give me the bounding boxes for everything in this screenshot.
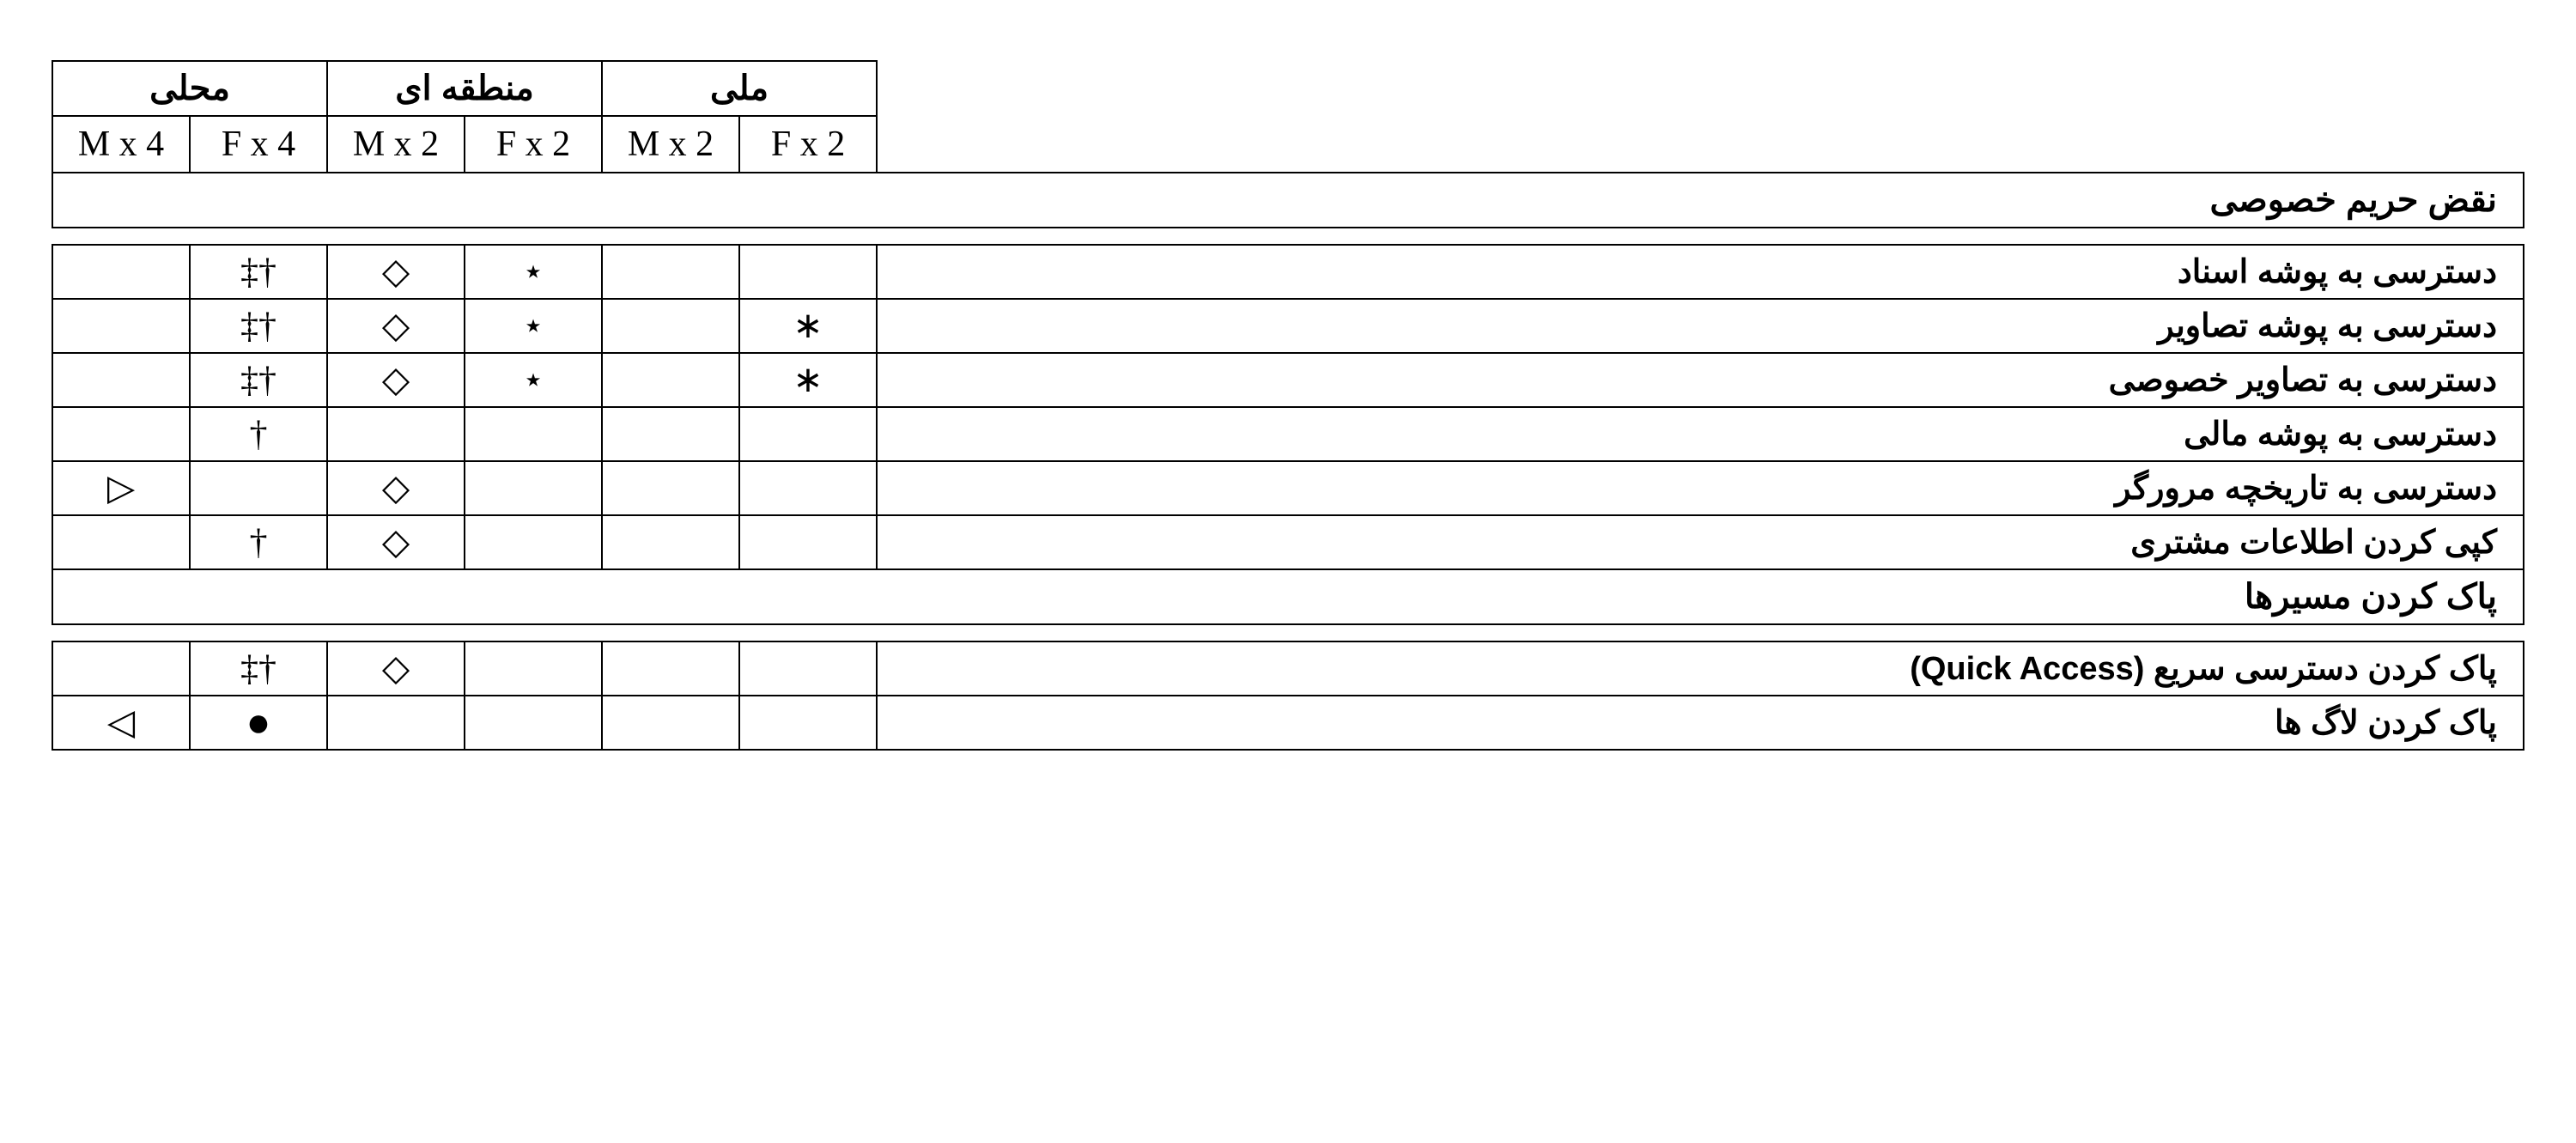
section-privacy: نقض حریم خصوصی	[52, 173, 2524, 228]
cell: ⋆	[465, 245, 602, 299]
row-label: پاک کردن لاگ ها	[877, 696, 2524, 750]
cell	[465, 641, 602, 696]
table-row: ▷ ◇ دسترسی به تاریخچه مرورگر	[52, 461, 2524, 515]
mult-local-m: M x 4	[52, 116, 190, 173]
cell: ●	[190, 696, 327, 750]
table-row: ‡† ◇ ⋆ ∗ دسترسی به تصاویر خصوصی	[52, 353, 2524, 407]
cell: ◇	[327, 299, 465, 353]
cell	[52, 299, 190, 353]
cell: ⋆	[465, 299, 602, 353]
mult-local-f: F x 4	[190, 116, 327, 173]
cell: ‡†	[190, 641, 327, 696]
header-mult-row: M x 4 F x 4 M x 2 F x 2 M x 2 F x 2	[52, 116, 2524, 173]
table-row: ◁ ● پاک کردن لاگ ها	[52, 696, 2524, 750]
cell: ◁	[52, 696, 190, 750]
cell	[739, 407, 877, 461]
table-row: † دسترسی به پوشه مالی	[52, 407, 2524, 461]
cell: ⋆	[465, 353, 602, 407]
cell	[52, 407, 190, 461]
cell	[602, 515, 739, 569]
mult-national-f: F x 2	[739, 116, 877, 173]
cell: ‡†	[190, 353, 327, 407]
cell	[465, 461, 602, 515]
document-page: محلی منطقه ای ملی M x 4 F x 4 M x 2 F x …	[0, 0, 2576, 802]
header-empty	[877, 61, 2524, 116]
cell	[465, 407, 602, 461]
section-clearing: پاک کردن مسیرها	[52, 569, 2524, 624]
matrix-table: محلی منطقه ای ملی M x 4 F x 4 M x 2 F x …	[52, 60, 2524, 751]
cell: ∗	[739, 299, 877, 353]
mult-regional-f: F x 2	[465, 116, 602, 173]
cell	[739, 696, 877, 750]
cell	[465, 515, 602, 569]
cell	[602, 407, 739, 461]
cell	[602, 299, 739, 353]
row-label: پاک کردن دسترسی سریع (Quick Access)	[877, 641, 2524, 696]
cell	[739, 245, 877, 299]
cell: ◇	[327, 461, 465, 515]
cell: ▷	[52, 461, 190, 515]
section-clearing-label: پاک کردن مسیرها	[52, 569, 2524, 624]
scope-regional: منطقه ای	[327, 61, 602, 116]
cell: ∗	[739, 353, 877, 407]
table-row: † ◇ کپی کردن اطلاعات مشتری	[52, 515, 2524, 569]
row-label: کپی کردن اطلاعات مشتری	[877, 515, 2524, 569]
cell	[602, 696, 739, 750]
cell	[52, 641, 190, 696]
cell	[190, 461, 327, 515]
mult-regional-m: M x 2	[327, 116, 465, 173]
header-empty-2	[877, 116, 2524, 173]
row-label: دسترسی به پوشه اسناد	[877, 245, 2524, 299]
cell	[739, 515, 877, 569]
table-row: ‡† ◇ پاک کردن دسترسی سریع (Quick Access)	[52, 641, 2524, 696]
scope-local: محلی	[52, 61, 327, 116]
row-label: دسترسی به پوشه مالی	[877, 407, 2524, 461]
cell	[52, 515, 190, 569]
table-row: ‡† ◇ ⋆ دسترسی به پوشه اسناد	[52, 245, 2524, 299]
cell: ◇	[327, 515, 465, 569]
cell: †	[190, 515, 327, 569]
cell: †	[190, 407, 327, 461]
cell: ◇	[327, 353, 465, 407]
cell: ◇	[327, 245, 465, 299]
cell	[327, 407, 465, 461]
mult-national-m: M x 2	[602, 116, 739, 173]
cell	[602, 353, 739, 407]
cell	[327, 696, 465, 750]
table-row: ‡† ◇ ⋆ ∗ دسترسی به پوشه تصاویر	[52, 299, 2524, 353]
gap	[52, 228, 2524, 245]
cell: ‡†	[190, 299, 327, 353]
cell	[52, 353, 190, 407]
header-scope-row: محلی منطقه ای ملی	[52, 61, 2524, 116]
cell	[739, 461, 877, 515]
cell	[739, 641, 877, 696]
cell	[465, 696, 602, 750]
cell	[52, 245, 190, 299]
row-label: دسترسی به پوشه تصاویر	[877, 299, 2524, 353]
cell: ◇	[327, 641, 465, 696]
gap	[52, 624, 2524, 641]
scope-national: ملی	[602, 61, 877, 116]
section-privacy-label: نقض حریم خصوصی	[52, 173, 2524, 228]
cell	[602, 461, 739, 515]
row-label: دسترسی به تصاویر خصوصی	[877, 353, 2524, 407]
cell: ‡†	[190, 245, 327, 299]
cell	[602, 245, 739, 299]
row-label: دسترسی به تاریخچه مرورگر	[877, 461, 2524, 515]
cell	[602, 641, 739, 696]
